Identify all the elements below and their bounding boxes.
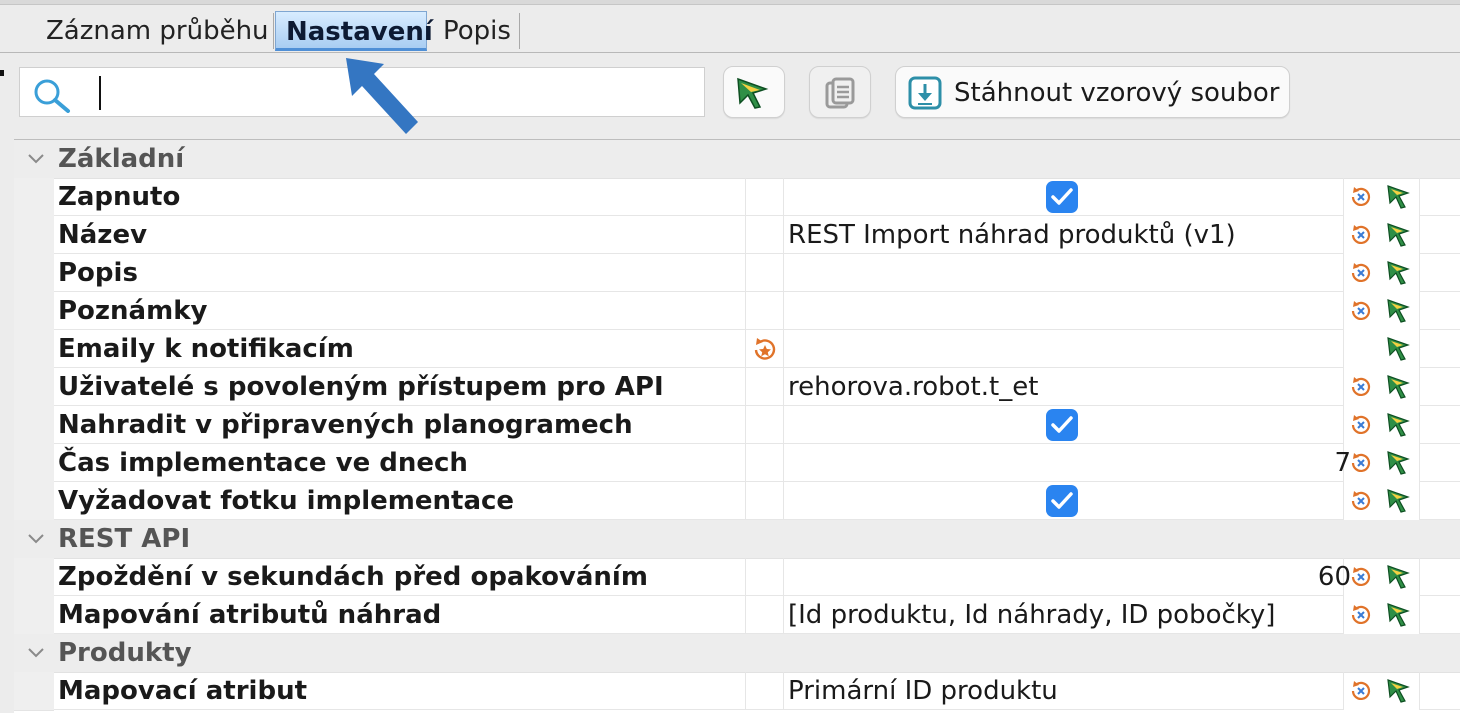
download-icon — [908, 76, 942, 110]
pick-element-button[interactable] — [723, 66, 785, 118]
download-sample-button[interactable]: Stáhnout vzorový soubor — [895, 66, 1290, 118]
reset-icon[interactable] — [1349, 261, 1373, 285]
property-label: Nahradit v připravených planogramech — [58, 410, 633, 440]
check-icon — [1051, 188, 1073, 205]
reset-icon[interactable] — [1349, 299, 1373, 323]
enabled-checkbox[interactable] — [1046, 181, 1078, 213]
pick-cursor-icon — [737, 77, 769, 109]
property-label: Uživatelé s povoleným přístupem pro API — [58, 372, 664, 402]
reset-icon[interactable] — [1349, 223, 1373, 247]
property-label: Vyžadovat fotku implementace — [58, 486, 515, 516]
pick-cursor-icon[interactable] — [1386, 488, 1412, 514]
chevron-down-icon[interactable] — [26, 642, 46, 662]
reset-icon[interactable] — [1349, 565, 1373, 589]
property-value-cell[interactable] — [784, 330, 1344, 368]
property-label: Zapnuto — [58, 182, 181, 212]
property-value-cell[interactable] — [784, 292, 1344, 330]
property-row: Popis — [14, 254, 1460, 293]
property-row: Čas implementace ve dnech 7 — [14, 444, 1460, 483]
check-icon — [1051, 416, 1073, 433]
section-title: Produkty — [58, 638, 192, 668]
pick-cursor-icon[interactable] — [1386, 222, 1412, 248]
reset-icon[interactable] — [1349, 375, 1373, 399]
download-sample-label: Stáhnout vzorový soubor — [954, 78, 1280, 108]
check-icon — [1051, 492, 1073, 509]
property-value-cell[interactable]: [Id produktu, Id náhrady, ID pobočky] — [784, 596, 1344, 634]
property-row: Emaily k notifikacím — [14, 330, 1460, 369]
property-row: Mapování atributů náhrad [Id produktu, I… — [14, 596, 1460, 635]
pick-cursor-icon[interactable] — [1386, 450, 1412, 476]
property-row: Název REST Import náhrad produktů (v1) — [14, 216, 1460, 255]
property-value-cell[interactable] — [784, 178, 1344, 216]
property-value-cell[interactable] — [784, 254, 1344, 292]
chevron-down-icon[interactable] — [26, 528, 46, 548]
clipboard-icon — [825, 77, 855, 109]
pick-cursor-icon[interactable] — [1386, 336, 1412, 362]
reset-icon[interactable] — [1349, 185, 1373, 209]
property-row: Zpoždění v sekundách před opakováním 60 — [14, 558, 1460, 597]
property-value-cell[interactable] — [784, 406, 1344, 444]
pick-cursor-icon[interactable] — [1386, 184, 1412, 210]
property-label: Čas implementace ve dnech — [58, 448, 468, 478]
property-value-cell[interactable]: Primární ID produktu — [784, 672, 1344, 710]
property-row: Poznámky — [14, 292, 1460, 331]
reset-icon[interactable] — [1349, 489, 1373, 513]
require-photo-checkbox[interactable] — [1046, 485, 1078, 517]
property-label: Název — [58, 220, 148, 250]
reset-icon[interactable] — [1349, 603, 1373, 627]
pick-cursor-icon[interactable] — [1386, 602, 1412, 628]
property-row: Nahradit v připravených planogramech — [14, 406, 1460, 445]
pick-cursor-icon[interactable] — [1386, 412, 1412, 438]
property-label: Poznámky — [58, 296, 208, 326]
tab-bar: Záznam průběhu Nastavení Popis — [0, 5, 1460, 53]
property-value-cell[interactable]: 7 — [784, 444, 1351, 482]
tab-divider — [519, 13, 520, 49]
pick-cursor-icon[interactable] — [1386, 260, 1412, 286]
section-title: REST API — [58, 524, 191, 554]
reset-icon[interactable] — [1349, 451, 1373, 475]
tab-popis[interactable]: Popis — [433, 11, 521, 51]
property-label: Mapovací atribut — [58, 676, 308, 706]
search-icon — [34, 79, 70, 113]
property-label: Zpoždění v sekundách před opakováním — [58, 562, 648, 592]
tab-nastaveni[interactable]: Nastavení — [275, 11, 433, 51]
property-row: Uživatelé s povoleným přístupem pro API … — [14, 368, 1460, 407]
property-value-cell[interactable]: 60 — [784, 558, 1351, 596]
reset-icon[interactable] — [1349, 413, 1373, 437]
chevron-down-icon[interactable] — [26, 148, 46, 168]
copy-button[interactable] — [809, 66, 871, 118]
property-value-cell[interactable]: REST Import náhrad produktů (v1) — [784, 216, 1344, 254]
property-row: Zapnuto — [14, 178, 1460, 217]
property-label: Mapování atributů náhrad — [58, 600, 442, 630]
pick-cursor-icon[interactable] — [1386, 678, 1412, 704]
text-caret — [99, 76, 101, 110]
property-value: [Id produktu, Id náhrady, ID pobočky] — [788, 600, 1276, 630]
section-rest-api[interactable]: REST API — [14, 520, 1460, 559]
section-produkty[interactable]: Produkty — [14, 634, 1460, 673]
tab-zaznam-prubehu[interactable]: Záznam průběhu — [36, 11, 279, 51]
property-value-cell[interactable] — [784, 482, 1344, 520]
property-value-cell[interactable]: rehorova.robot.t_et — [784, 368, 1344, 406]
edge-marker — [0, 70, 4, 76]
property-grid: Základní Zapnuto Název REST Import náhra… — [14, 139, 1460, 713]
property-value: 60 — [1317, 562, 1351, 592]
reset-icon[interactable] — [1349, 679, 1373, 703]
property-label: Emaily k notifikacím — [58, 334, 354, 364]
replace-prepared-checkbox[interactable] — [1046, 409, 1078, 441]
section-zakladni[interactable]: Základní — [14, 140, 1460, 179]
property-value: Primární ID produktu — [788, 676, 1058, 706]
property-value: REST Import náhrad produktů (v1) — [788, 220, 1236, 250]
property-row: Mapovací atribut Primární ID produktu — [14, 672, 1460, 711]
pick-cursor-icon[interactable] — [1386, 564, 1412, 590]
property-label: Popis — [58, 258, 138, 288]
property-row: Vyžadovat fotku implementace — [14, 482, 1460, 521]
property-value: rehorova.robot.t_et — [788, 372, 1039, 402]
tab-divider — [273, 13, 274, 49]
annotation-arrow-icon — [346, 58, 418, 134]
pick-cursor-icon[interactable] — [1386, 298, 1412, 324]
pick-cursor-icon[interactable] — [1386, 374, 1412, 400]
section-title: Základní — [58, 144, 185, 174]
